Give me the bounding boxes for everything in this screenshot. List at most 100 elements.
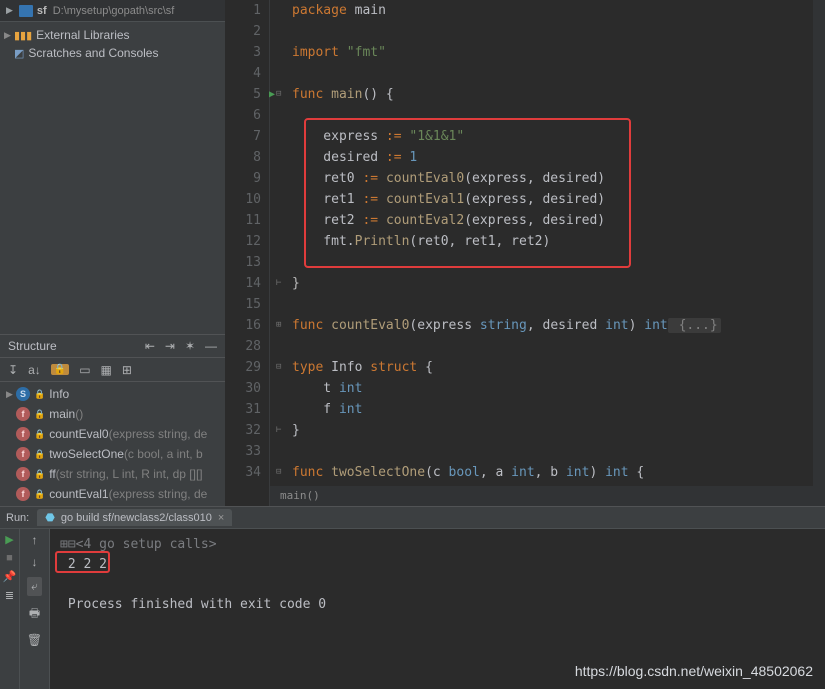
wrap-icon[interactable]: ⤶	[27, 577, 42, 596]
trash-icon[interactable]: 🗑	[27, 633, 42, 647]
structure-header: Structure ⇤ ⇥ ✶ —	[0, 334, 225, 358]
code-line[interactable]: ⊟func main() {	[292, 84, 825, 105]
code-line[interactable]: ⊟type Info struct {	[292, 357, 825, 378]
line-number: 7	[225, 126, 261, 147]
folder-icon[interactable]: ▭	[79, 363, 90, 377]
structure-toolbar: ↧ a↓ 🔒 ▭ ▦ ⊞	[0, 358, 225, 382]
pin-icon[interactable]: 📌	[3, 570, 17, 583]
line-number: 1	[225, 0, 261, 21]
line-number: 5▶	[225, 84, 261, 105]
code-line[interactable]: ⊢}	[292, 420, 825, 441]
sort-icon[interactable]: a↓	[28, 363, 41, 377]
tree-label: External Libraries	[36, 28, 129, 42]
tree-label: Scratches and Consoles	[28, 46, 158, 60]
library-icon: ▮▮▮	[14, 29, 32, 42]
sort-down-icon[interactable]: ↧	[8, 363, 18, 377]
code-line[interactable]	[292, 252, 825, 273]
code-line[interactable]: desired := 1	[292, 147, 825, 168]
fold-icon[interactable]: ⊟	[276, 357, 281, 378]
code-line[interactable]: package main	[292, 0, 825, 21]
code-line[interactable]: ⊞func countEval0(express string, desired…	[292, 315, 825, 336]
go-icon: ⬣	[45, 511, 55, 524]
minimize-icon[interactable]: —	[205, 339, 217, 353]
structure-item[interactable]: f🔒ff(str string, L int, R int, dp [][]	[0, 464, 225, 484]
down-icon[interactable]: ↓	[32, 555, 38, 569]
code-line[interactable]: ⊟func twoSelectOne(c bool, a int, b int)…	[292, 462, 825, 483]
up-icon[interactable]: ↑	[32, 533, 38, 547]
line-number: 28	[225, 336, 261, 357]
fold-icon[interactable]: ⊟	[276, 84, 281, 105]
line-number: 16	[225, 315, 261, 336]
line-number: 12	[225, 231, 261, 252]
line-number: 13	[225, 252, 261, 273]
run-gutter-left: ▶ ■ 📌 ≣	[0, 529, 20, 689]
code-line[interactable]: ret1 := countEval1(express, desired)	[292, 189, 825, 210]
stop-icon[interactable]: ■	[6, 552, 13, 564]
watermark: https://blog.csdn.net/weixin_48502062	[575, 663, 813, 679]
fold-icon[interactable]: ⊢	[276, 420, 281, 441]
close-icon[interactable]: ×	[218, 512, 224, 524]
print-icon[interactable]: 🖶	[29, 604, 40, 625]
structure-item[interactable]: f🔒main()	[0, 404, 225, 424]
run-tab-label: go build sf/newclass2/class010	[61, 512, 212, 524]
code-line[interactable]	[292, 21, 825, 42]
project-path-bar: ▶ sf D:\mysetup\gopath\src\sf	[0, 0, 225, 22]
code-line[interactable]	[292, 105, 825, 126]
run-tab[interactable]: ⬣ go build sf/newclass2/class010 ×	[37, 509, 232, 526]
fold-icon[interactable]: ⊟	[276, 462, 281, 483]
line-number: 33	[225, 441, 261, 462]
line-number: 29	[225, 357, 261, 378]
line-number: 11	[225, 210, 261, 231]
collapse-icon[interactable]: ⇤	[145, 339, 155, 353]
structure-title: Structure	[8, 339, 57, 353]
line-number: 6	[225, 105, 261, 126]
line-number: 34	[225, 462, 261, 483]
chevron-right-icon: ▶	[4, 30, 14, 41]
structure-item[interactable]: ▶S🔒Info	[0, 384, 225, 404]
line-number: 3	[225, 42, 261, 63]
project-full-path: D:\mysetup\gopath\src\sf	[53, 5, 175, 17]
scratch-icon: ◩	[14, 47, 24, 60]
folder-icon	[19, 5, 33, 17]
structure-item[interactable]: f🔒twoSelectOne(c bool, a int, b	[0, 444, 225, 464]
fold-icon[interactable]: ⊢	[276, 273, 281, 294]
code-line[interactable]: t int	[292, 378, 825, 399]
code-line[interactable]: ⊢}	[292, 273, 825, 294]
code-line[interactable]: f int	[292, 399, 825, 420]
run-icon[interactable]: ▶	[5, 533, 13, 546]
gear-icon[interactable]: ✶	[185, 339, 195, 353]
line-number: 14	[225, 273, 261, 294]
run-label: Run:	[6, 512, 29, 524]
scrollbar[interactable]	[813, 0, 825, 506]
code-line[interactable]: express := "1&1&1"	[292, 126, 825, 147]
run-gutter-left2: ↑ ↓ ⤶ 🖶 🗑	[20, 529, 50, 689]
code-line[interactable]: fmt.Println(ret0, ret1, ret2)	[292, 231, 825, 252]
more-icon[interactable]: ≣	[5, 589, 14, 602]
field-icon[interactable]: ▦	[101, 363, 112, 377]
toggle-icon[interactable]: ⊞	[122, 363, 132, 377]
code-line[interactable]	[292, 336, 825, 357]
line-number: 15	[225, 294, 261, 315]
line-number: 9	[225, 168, 261, 189]
code-line[interactable]	[292, 294, 825, 315]
code-line[interactable]: ret0 := countEval0(express, desired)	[292, 168, 825, 189]
expand-icon[interactable]: ⇥	[165, 339, 175, 353]
line-number: 2	[225, 21, 261, 42]
project-name: sf	[37, 5, 47, 17]
structure-item[interactable]: f🔒countEval1(express string, de	[0, 484, 225, 504]
line-number: 32	[225, 420, 261, 441]
code-line[interactable]: ret2 := countEval2(express, desired)	[292, 210, 825, 231]
line-number: 31	[225, 399, 261, 420]
tree-scratches[interactable]: ◩ Scratches and Consoles	[0, 44, 225, 62]
lock-icon[interactable]: 🔒	[51, 364, 69, 375]
structure-item[interactable]: f🔒countEval0(express string, de	[0, 424, 225, 444]
fold-icon[interactable]: ⊞	[276, 315, 281, 336]
line-number: 10	[225, 189, 261, 210]
breadcrumb[interactable]: main()	[270, 486, 825, 506]
code-line[interactable]	[292, 63, 825, 84]
tree-external-libraries[interactable]: ▶ ▮▮▮ External Libraries	[0, 26, 225, 44]
run-tabbar: Run: ⬣ go build sf/newclass2/class010 ×	[0, 507, 825, 529]
code-line[interactable]: import "fmt"	[292, 42, 825, 63]
code-line[interactable]	[292, 441, 825, 462]
line-number: 30	[225, 378, 261, 399]
